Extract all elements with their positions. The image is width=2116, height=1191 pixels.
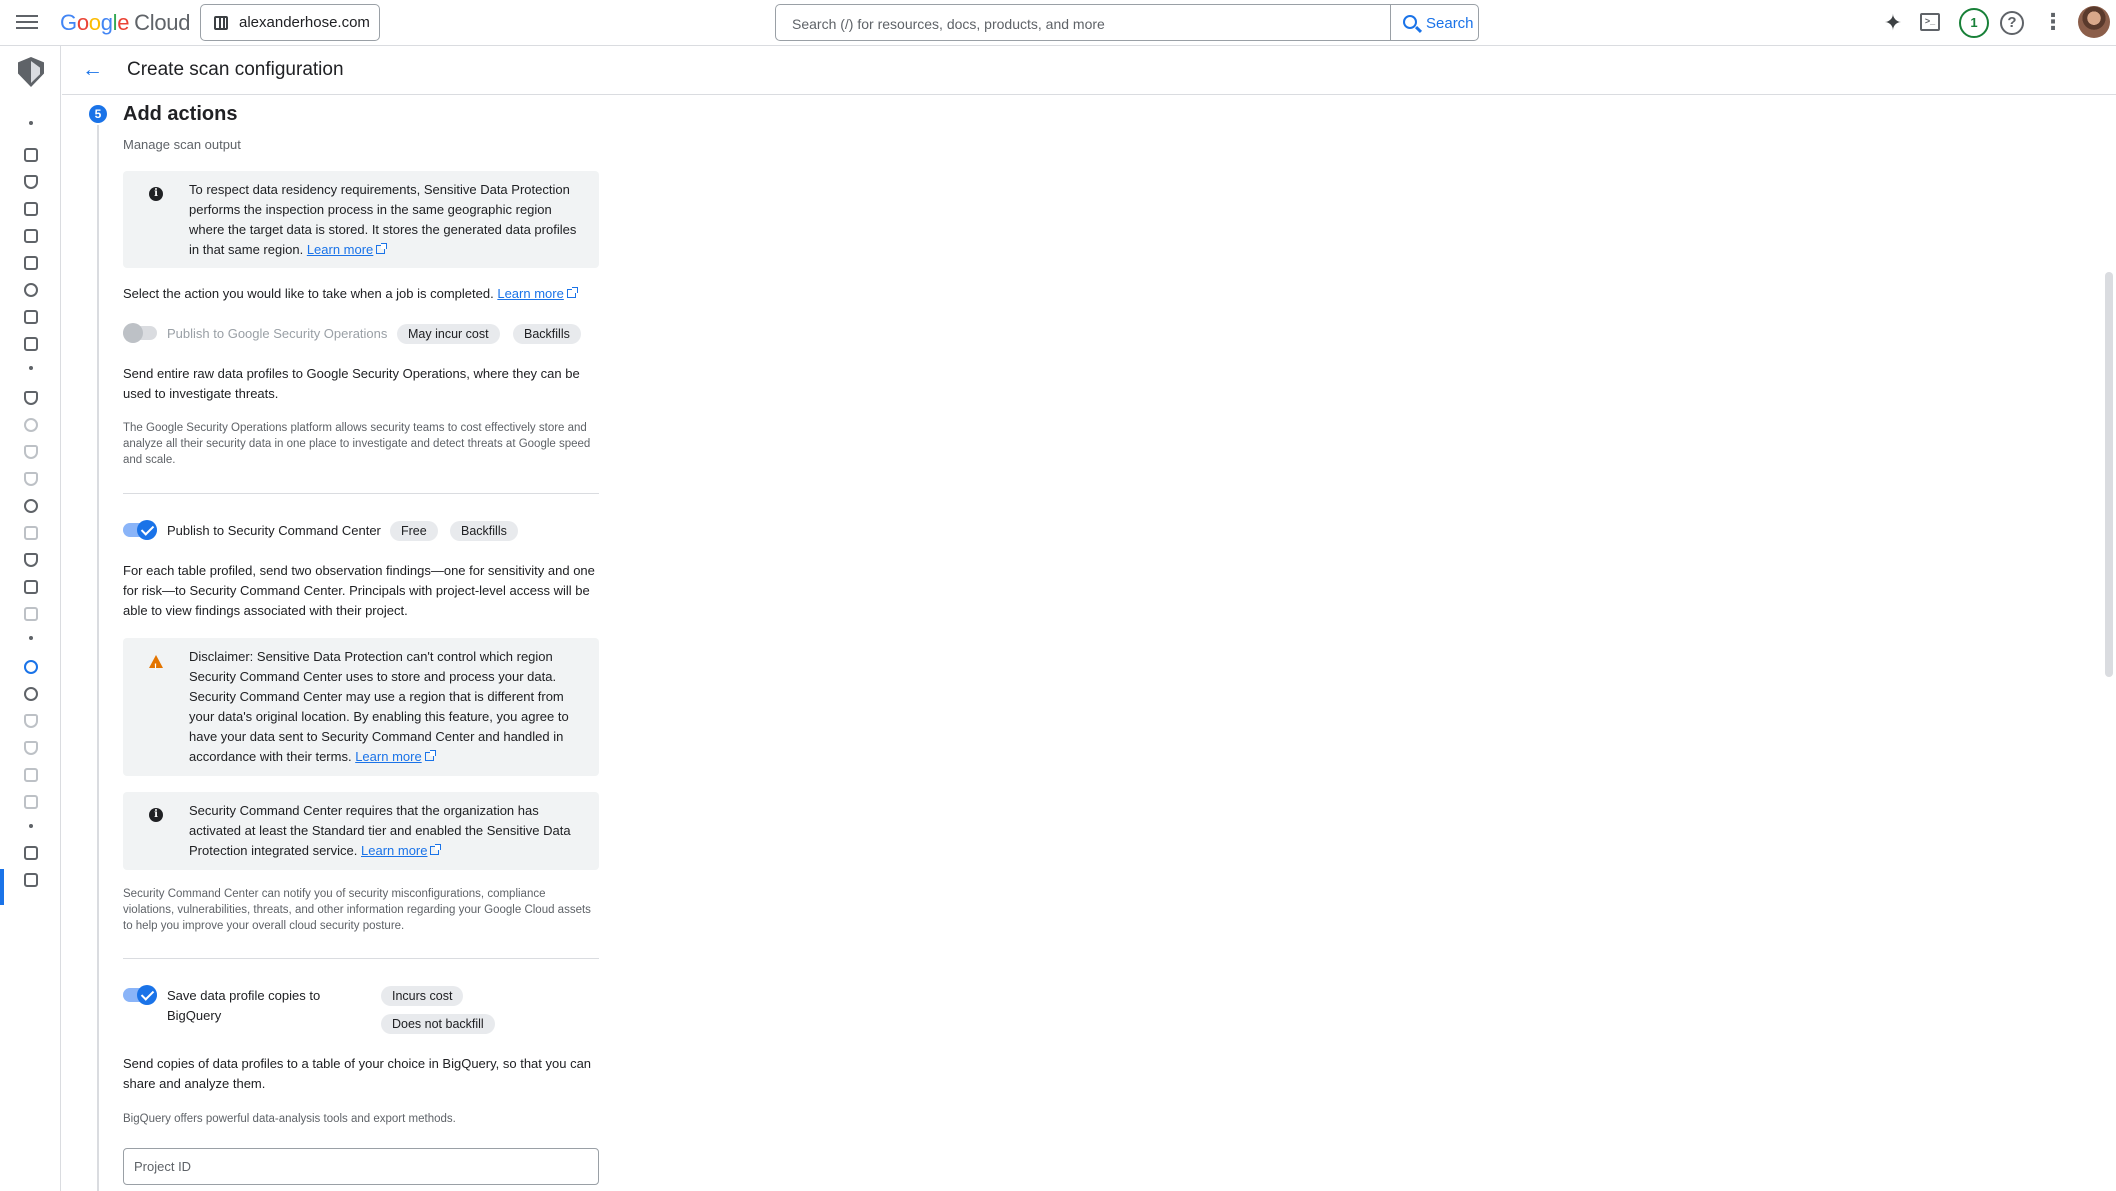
active-indicator (0, 869, 4, 905)
scc-tier-notice: i Security Command Center requires that … (123, 792, 599, 870)
page-title: Create scan configuration (127, 59, 344, 80)
search-icon (1403, 15, 1417, 29)
scc-disclaimer-notice: Disclaimer: Sensitive Data Protection ca… (123, 638, 599, 776)
globe-icon[interactable] (24, 499, 38, 513)
disclaimer-text: Disclaimer: Sensitive Data Protection ca… (189, 649, 569, 764)
search-insights-icon[interactable] (24, 687, 38, 701)
learn-more-link[interactable]: Learn more (355, 749, 436, 764)
sensitive-data-protection-icon[interactable] (24, 660, 38, 674)
learn-more-link[interactable]: Learn more (307, 242, 388, 257)
hierarchy-icon[interactable] (24, 256, 38, 270)
avatar[interactable] (2078, 6, 2110, 38)
left-rail: ▷| (0, 46, 61, 1191)
dot-separator-icon (29, 824, 33, 828)
menu-icon[interactable] (14, 11, 40, 35)
sparkle-icon[interactable]: ✦ (1880, 10, 1906, 36)
open-in-new-icon (376, 243, 388, 254)
bigquery-toggle-row: Save data profile copies to BigQuery Inc… (123, 983, 599, 1034)
bigquery-note: BigQuery offers powerful data-analysis t… (123, 1113, 456, 1125)
backfill-chip: Backfills (450, 521, 518, 541)
learn-more-link[interactable]: Learn more (497, 286, 578, 301)
shield-lock-icon[interactable] (24, 714, 38, 728)
page-header: ← Create scan configuration (62, 46, 2116, 95)
open-in-new-icon (566, 287, 578, 298)
warning-icon (149, 655, 163, 677)
secops-note: The Google Security Operations platform … (123, 422, 591, 466)
learn-more-link[interactable]: Learn more (361, 843, 442, 858)
release-notes-icon[interactable] (24, 873, 38, 887)
data-residency-notice: i To respect data residency requirements… (123, 171, 599, 268)
code-icon[interactable] (24, 795, 38, 809)
step-subtitle: Manage scan output (123, 137, 241, 152)
security-icon[interactable] (24, 553, 38, 567)
step-number-badge: 5 (89, 105, 107, 123)
backfill-chip: Does not backfill (381, 1014, 495, 1034)
dashboard-icon[interactable] (24, 148, 38, 162)
dot-separator-icon (29, 121, 33, 125)
shield-alt-icon[interactable] (24, 472, 38, 486)
search-button-label: Search (1426, 15, 1474, 32)
select-action-text: Select the action you would like to take… (123, 284, 599, 304)
security-shield-icon[interactable] (18, 57, 44, 87)
open-in-new-icon (430, 844, 442, 855)
target-icon[interactable] (24, 418, 38, 432)
search-input[interactable]: Search (/) for resources, docs, products… (775, 4, 1390, 41)
google-cloud-logo[interactable]: Google Cloud (60, 10, 190, 36)
more-vert-icon[interactable]: ⋮ (2040, 10, 2066, 36)
info-icon: i (149, 187, 163, 201)
secops-toggle[interactable] (123, 323, 157, 343)
free-chip: Free (390, 521, 438, 541)
info-icon: i (149, 808, 163, 822)
project-id-placeholder: Project ID (134, 1159, 192, 1174)
apps-icon[interactable] (24, 337, 38, 351)
bar-chart-icon[interactable] (24, 229, 38, 243)
scc-description: For each table profiled, send two observ… (123, 563, 595, 618)
dot-separator-icon (29, 636, 33, 640)
project-id-input[interactable]: Project ID (123, 1148, 599, 1185)
download-icon[interactable] (24, 202, 38, 216)
organization-icon (214, 16, 228, 30)
divider (123, 493, 599, 494)
find-in-list-icon[interactable] (24, 580, 38, 594)
policy-icon[interactable] (24, 607, 38, 621)
secops-description: Send entire raw data profiles to Google … (123, 366, 580, 401)
scrollbar[interactable] (2105, 272, 2113, 677)
help-icon[interactable]: ? (2000, 11, 2024, 35)
scc-toggle-label: Publish to Security Command Center (167, 523, 381, 538)
cost-chip: May incur cost (397, 324, 500, 344)
key-icon[interactable] (24, 768, 38, 782)
secops-toggle-label: Publish to Google Security Operations (167, 326, 388, 341)
terminal-icon[interactable]: >_ (1920, 13, 1940, 31)
stepper-line (97, 125, 99, 1191)
bigquery-description: Send copies of data profiles to a table … (123, 1056, 592, 1091)
top-bar: Google Cloud alexanderhose.com Search (/)… (0, 0, 2116, 46)
backfill-chip: Backfills (513, 324, 581, 344)
scc-note: Security Command Center can notify you o… (123, 888, 591, 932)
secops-toggle-row: Publish to Google Security Operations Ma… (123, 321, 599, 347)
cost-chip: Incurs cost (381, 986, 464, 1006)
scc-toggle[interactable] (123, 520, 157, 540)
dot-separator-icon (29, 366, 33, 370)
shield-icon[interactable] (24, 175, 38, 189)
search-placeholder: Search (/) for resources, docs, products… (792, 16, 1105, 32)
scc-toggle-row: Publish to Security Command Center Free … (123, 518, 599, 544)
bigquery-toggle[interactable] (123, 985, 157, 1005)
search-shield-icon[interactable] (24, 283, 38, 297)
list-icon[interactable] (24, 310, 38, 324)
shield-outline-icon[interactable] (24, 445, 38, 459)
notifications-badge[interactable]: 1 (1959, 8, 1989, 38)
project-name: alexanderhose.com (239, 14, 370, 31)
divider (123, 958, 599, 959)
check-shield-icon[interactable] (24, 391, 38, 405)
open-in-new-icon (424, 750, 436, 761)
back-arrow-icon[interactable]: ← (82, 59, 103, 80)
step-title: Add actions (123, 103, 238, 125)
bigquery-toggle-label: Save data profile copies to BigQuery (167, 988, 321, 1023)
shield-check-icon[interactable] (24, 741, 38, 755)
badge-icon[interactable] (24, 526, 38, 540)
project-picker[interactable]: alexanderhose.com (200, 4, 380, 41)
search-button[interactable]: Search (1390, 4, 1479, 41)
marketplace-icon[interactable] (24, 846, 38, 860)
